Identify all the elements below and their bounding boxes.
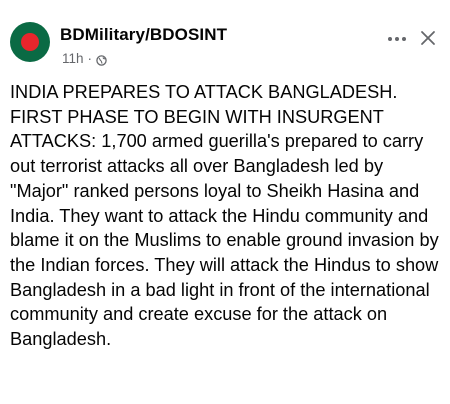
bangladesh-flag-icon: [21, 33, 39, 51]
post-timestamp[interactable]: 11h: [62, 51, 84, 66]
globe-icon[interactable]: [96, 54, 107, 66]
post-meta: 11h ·: [62, 51, 107, 66]
post-header: BDMilitary/BDOSINT 11h ·: [10, 22, 440, 66]
avatar[interactable]: [10, 22, 50, 62]
author-name[interactable]: BDMilitary/BDOSINT: [60, 25, 227, 45]
facebook-post: BDMilitary/BDOSINT 11h · INDIA PREPARES …: [0, 0, 450, 404]
post-text: INDIA PREPARES TO ATTACK BANGLADESH. FIR…: [10, 82, 439, 350]
more-options-icon[interactable]: [384, 26, 410, 52]
close-icon[interactable]: [414, 24, 442, 52]
meta-separator: ·: [87, 51, 93, 66]
